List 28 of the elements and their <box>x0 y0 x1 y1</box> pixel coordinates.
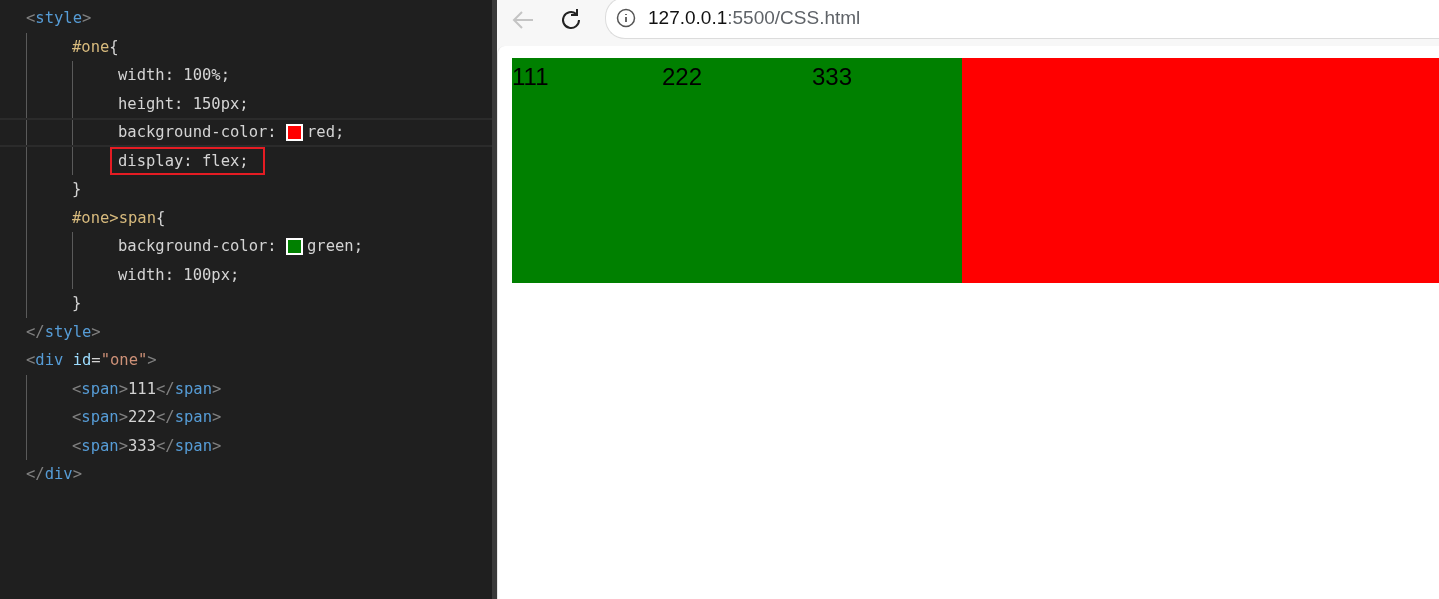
code-text: <span>222</span> <box>72 408 222 427</box>
code-text: background-color: <box>118 237 278 256</box>
code-text: } <box>72 180 82 199</box>
code-text: red; <box>307 123 345 142</box>
code-text: } <box>72 294 82 313</box>
flex-item: 222 <box>662 58 812 283</box>
code-text: background-color: <box>118 123 278 142</box>
code-text: height: 150px; <box>118 94 249 113</box>
code-text: green; <box>307 237 363 256</box>
url-text: 127.0.0.1:5500/CSS.html <box>648 7 861 29</box>
info-icon[interactable] <box>616 8 636 28</box>
code-editor[interactable] <box>0 0 497 599</box>
code-text: </div> <box>26 465 82 484</box>
flex-item: 111 <box>512 58 662 283</box>
code-text: <span>111</span> <box>72 379 222 398</box>
code-text: <div id="one"> <box>26 351 157 370</box>
code-text: <span>333</span> <box>72 436 222 455</box>
color-swatch[interactable] <box>286 123 303 141</box>
color-swatch[interactable] <box>286 237 303 255</box>
code-text: #one{ <box>72 37 119 56</box>
code-text: #one>span{ <box>72 208 166 227</box>
code-text: </style> <box>26 322 101 341</box>
code-text: width: 100%; <box>118 66 230 85</box>
code-text: display: flex; <box>118 151 249 170</box>
code-text: width: 100px; <box>118 265 240 284</box>
address-bar[interactable]: 127.0.0.1:5500/CSS.html <box>605 0 1439 39</box>
code-text: <style> <box>26 9 92 28</box>
flex-item: 333 <box>812 58 962 283</box>
